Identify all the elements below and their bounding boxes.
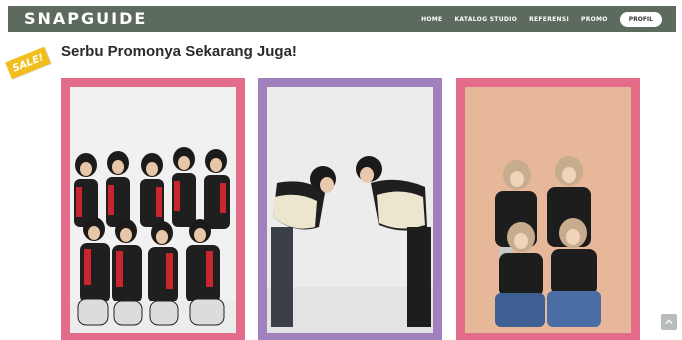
- promo-card-1[interactable]: [61, 78, 245, 340]
- group-photo-image: [70, 87, 236, 333]
- profile-button[interactable]: PROFIL: [619, 11, 662, 27]
- four-women-photo-image: [465, 87, 631, 333]
- promo-photo-3: [465, 87, 631, 333]
- nav-home[interactable]: HOME: [421, 16, 442, 23]
- nav-promo[interactable]: PROMO: [581, 16, 608, 23]
- duo-photo-image: [267, 87, 433, 333]
- sale-badge: SALE!: [5, 46, 51, 80]
- promo-photo-2: [267, 87, 433, 333]
- section-title: Serbu Promonya Sekarang Juga!: [61, 43, 297, 60]
- promo-photo-1: [70, 87, 236, 333]
- nav-links: HOME KATALOG STUDIO REFERENSI PROMO PROF…: [421, 6, 662, 32]
- nav-katalog-studio[interactable]: KATALOG STUDIO: [454, 16, 517, 23]
- brand-logo[interactable]: SNAPGUIDE: [24, 9, 147, 28]
- scroll-top-button[interactable]: [661, 314, 677, 330]
- nav-referensi[interactable]: REFERENSI: [529, 16, 569, 23]
- top-navbar: SNAPGUIDE HOME KATALOG STUDIO REFERENSI …: [8, 6, 676, 32]
- promo-card-3[interactable]: [456, 78, 640, 340]
- promo-card-2[interactable]: [258, 78, 442, 340]
- chevron-up-icon: [665, 319, 673, 325]
